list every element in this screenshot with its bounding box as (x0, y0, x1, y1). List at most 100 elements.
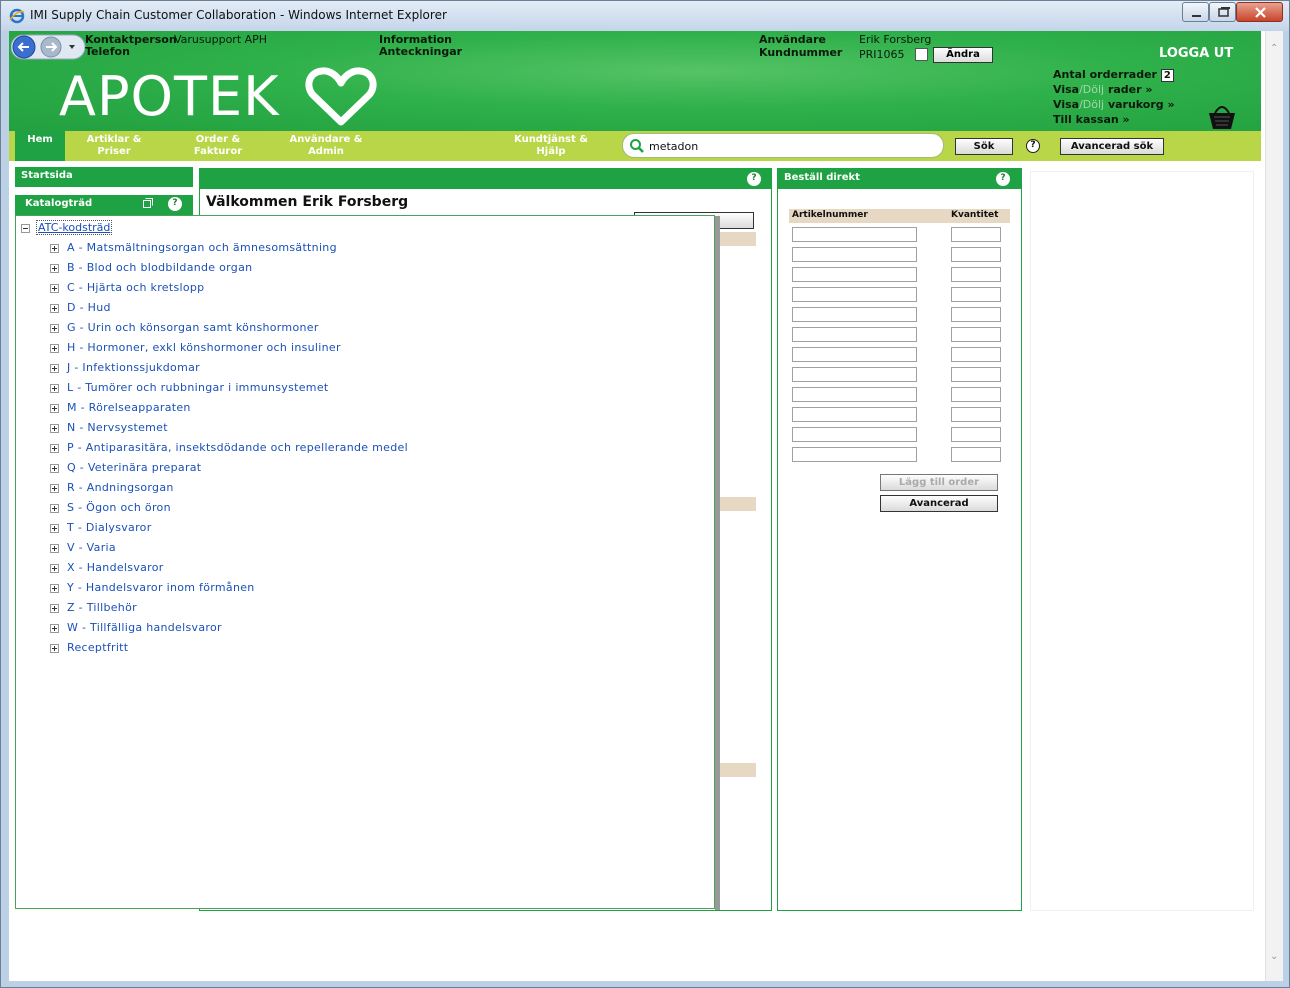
forward-icon[interactable] (40, 36, 62, 58)
tree-item-label[interactable]: D - Hud (67, 301, 111, 314)
tree-item-label[interactable]: W - Tillfälliga handelsvaror (67, 621, 222, 634)
expand-icon[interactable] (50, 583, 59, 593)
tree-item[interactable]: R - Andningsorgan (50, 481, 408, 501)
advanced-order-button[interactable]: Avancerad (880, 495, 998, 512)
quantity-input[interactable] (951, 327, 1001, 342)
checkout-link[interactable]: Till kassan » (1053, 113, 1175, 128)
tree-item[interactable]: V - Varia (50, 541, 408, 561)
tree-item-label[interactable]: J - Infektionssjukdomar (67, 361, 200, 374)
scroll-up-icon[interactable]: ⌃ (1270, 43, 1278, 54)
quantity-input[interactable] (951, 247, 1001, 262)
article-number-input[interactable] (792, 267, 917, 282)
article-number-input[interactable] (792, 387, 917, 402)
quantity-input[interactable] (951, 447, 1001, 462)
tree-item[interactable]: Receptfritt (50, 641, 408, 661)
tree-item-label[interactable]: G - Urin och könsorgan samt könshormoner (67, 321, 319, 334)
expand-icon[interactable] (50, 543, 59, 553)
nav-orders-invoices[interactable]: Order & Fakturor (181, 131, 255, 161)
page-scrollbar[interactable]: ⌃ ⌄ (1265, 31, 1283, 981)
tree-item-label[interactable]: Y - Handelsvaror inom förmånen (67, 581, 255, 594)
tree-root[interactable]: ATC-kodsträd (21, 220, 113, 235)
toggle-cart-link[interactable]: Visa/Dölj varukorg » (1053, 98, 1175, 113)
tree-item[interactable]: M - Rörelseapparaten (50, 401, 408, 421)
nav-articles-prices[interactable]: Artiklar & Priser (75, 131, 153, 161)
tree-item[interactable]: J - Infektionssjukdomar (50, 361, 408, 381)
restore-panel-icon[interactable] (143, 198, 153, 208)
nav-users-admin[interactable]: Användare & Admin (283, 131, 369, 161)
quantity-input[interactable] (951, 267, 1001, 282)
search-field[interactable] (622, 133, 944, 158)
search-input[interactable] (649, 138, 929, 154)
shopping-basket-icon[interactable] (1205, 103, 1239, 131)
back-icon[interactable] (12, 35, 36, 59)
article-number-input[interactable] (792, 347, 917, 362)
expand-icon[interactable] (50, 523, 59, 533)
article-number-input[interactable] (792, 247, 917, 262)
tree-item-label[interactable]: H - Hormoner, exkl könshormoner och insu… (67, 341, 341, 354)
expand-icon[interactable] (50, 603, 59, 613)
expand-icon[interactable] (50, 623, 59, 633)
expand-icon[interactable] (50, 463, 59, 473)
catalog-help-icon[interactable]: ? (168, 197, 182, 211)
quantity-input[interactable] (951, 307, 1001, 322)
tree-item[interactable]: B - Blod och blodbildande organ (50, 261, 408, 281)
minimize-button[interactable] (1182, 2, 1209, 22)
search-button[interactable]: Sök (955, 138, 1013, 155)
quantity-input[interactable] (951, 367, 1001, 382)
tree-item[interactable]: Q - Veterinära preparat (50, 461, 408, 481)
expand-icon[interactable] (50, 363, 59, 373)
tree-item-label[interactable]: V - Varia (67, 541, 116, 554)
tree-item[interactable]: Z - Tillbehör (50, 601, 408, 621)
tree-item-label[interactable]: C - Hjärta och kretslopp (67, 281, 204, 294)
tree-item-label[interactable]: M - Rörelseapparaten (67, 401, 191, 414)
article-number-input[interactable] (792, 427, 917, 442)
tree-item[interactable]: X - Handelsvaror (50, 561, 408, 581)
tree-item[interactable]: G - Urin och könsorgan samt könshormoner (50, 321, 408, 341)
tree-item[interactable]: P - Antiparasitära, insektsdödande och r… (50, 441, 408, 461)
collapse-icon[interactable] (21, 223, 30, 233)
expand-icon[interactable] (50, 243, 59, 253)
expand-icon[interactable] (50, 283, 59, 293)
quantity-input[interactable] (951, 347, 1001, 362)
expand-icon[interactable] (50, 403, 59, 413)
expand-icon[interactable] (50, 323, 59, 333)
tree-item-label[interactable]: P - Antiparasitära, insektsdödande och r… (67, 441, 408, 454)
tree-item-label[interactable]: R - Andningsorgan (67, 481, 174, 494)
order-help-icon[interactable]: ? (996, 172, 1010, 186)
article-number-input[interactable] (792, 327, 917, 342)
tree-item[interactable]: W - Tillfälliga handelsvaror (50, 621, 408, 641)
start-page-link[interactable]: Startsida (15, 167, 193, 187)
nav-support-help[interactable]: Kundtjänst & Hjälp (507, 131, 595, 161)
tree-item[interactable]: C - Hjärta och kretslopp (50, 281, 408, 301)
tree-item-label[interactable]: S - Ögon och öron (67, 501, 171, 514)
scroll-down-icon[interactable]: ⌄ (1270, 951, 1278, 962)
customer-checkbox[interactable] (915, 48, 928, 61)
tree-item-label[interactable]: X - Handelsvaror (67, 561, 164, 574)
tree-item-label[interactable]: Q - Veterinära preparat (67, 461, 201, 474)
article-number-input[interactable] (792, 367, 917, 382)
expand-icon[interactable] (50, 643, 59, 653)
nav-home[interactable]: Hem (15, 131, 65, 161)
welcome-help-icon[interactable]: ? (747, 172, 761, 186)
advanced-search-button[interactable]: Avancerad sök (1060, 138, 1164, 155)
tree-root-label[interactable]: ATC-kodsträd (36, 220, 113, 235)
quantity-input[interactable] (951, 407, 1001, 422)
tree-item[interactable]: T - Dialysvaror (50, 521, 408, 541)
tree-item-label[interactable]: Receptfritt (67, 641, 128, 654)
article-number-input[interactable] (792, 227, 917, 242)
search-help-icon[interactable]: ? (1026, 139, 1040, 153)
tree-item[interactable]: D - Hud (50, 301, 408, 321)
article-number-input[interactable] (792, 407, 917, 422)
logout-link[interactable]: LOGGA UT (1159, 46, 1233, 61)
tree-item-label[interactable]: A - Matsmältningsorgan och ämnesomsättni… (67, 241, 337, 254)
tree-item[interactable]: H - Hormoner, exkl könshormoner och insu… (50, 341, 408, 361)
expand-icon[interactable] (50, 263, 59, 273)
change-customer-button[interactable]: Ändra (933, 47, 993, 63)
tree-item[interactable]: A - Matsmältningsorgan och ämnesomsättni… (50, 241, 408, 261)
expand-icon[interactable] (50, 343, 59, 353)
quantity-input[interactable] (951, 427, 1001, 442)
quantity-input[interactable] (951, 227, 1001, 242)
expand-icon[interactable] (50, 443, 59, 453)
tree-item[interactable]: S - Ögon och öron (50, 501, 408, 521)
notes-link[interactable]: Anteckningar (379, 45, 462, 58)
